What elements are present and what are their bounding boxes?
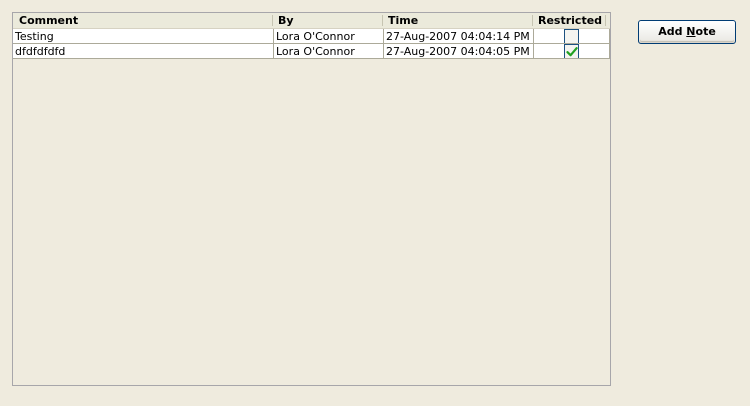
by-cell[interactable]: Lora O'Connor: [274, 44, 384, 59]
column-header-by[interactable]: By: [278, 13, 382, 28]
column-header-time[interactable]: Time: [388, 13, 528, 28]
add-note-label-start: Add: [658, 25, 687, 38]
comment-cell[interactable]: dfdfdfdfd: [13, 44, 274, 59]
column-divider[interactable]: [272, 15, 273, 26]
restricted-checkbox[interactable]: [564, 44, 579, 58]
column-divider[interactable]: [382, 15, 383, 26]
restricted-cell[interactable]: [534, 29, 610, 44]
time-cell[interactable]: 27-Aug-2007 04:04:14 PM: [384, 29, 534, 44]
check-icon: [566, 47, 578, 57]
column-divider[interactable]: [605, 15, 606, 26]
time-cell[interactable]: 27-Aug-2007 04:04:05 PM: [384, 44, 534, 59]
add-note-button[interactable]: Add Note: [638, 20, 736, 44]
comment-cell[interactable]: Testing: [13, 29, 274, 44]
notes-grid[interactable]: Comment By Time Restricted Testing Lora …: [12, 12, 611, 386]
add-note-label-end: ote: [695, 25, 716, 38]
column-header-restricted[interactable]: Restricted: [538, 13, 606, 28]
table-row[interactable]: dfdfdfdfd Lora O'Connor 27-Aug-2007 04:0…: [13, 44, 610, 59]
restricted-checkbox[interactable]: [564, 29, 579, 43]
table-row[interactable]: Testing Lora O'Connor 27-Aug-2007 04:04:…: [13, 29, 610, 44]
add-note-mnemonic: N: [686, 25, 696, 38]
restricted-cell[interactable]: [534, 44, 610, 59]
grid-header: Comment By Time Restricted: [13, 13, 610, 29]
column-header-comment[interactable]: Comment: [19, 13, 269, 28]
column-divider[interactable]: [532, 15, 533, 26]
by-cell[interactable]: Lora O'Connor: [274, 29, 384, 44]
